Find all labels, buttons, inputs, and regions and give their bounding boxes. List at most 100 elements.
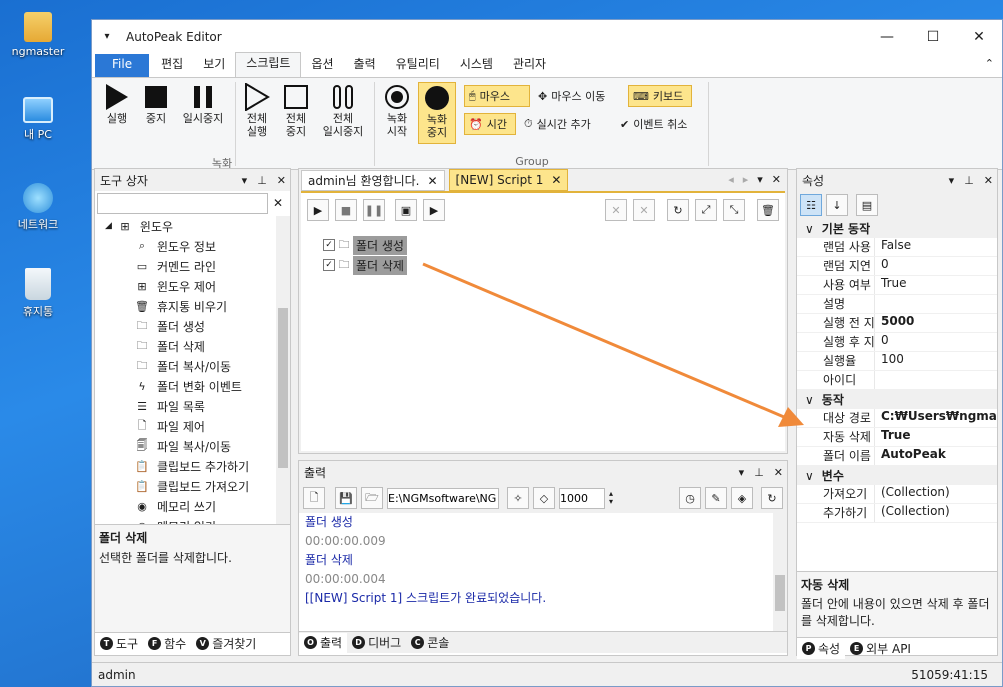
play-icon[interactable]: ▶ bbox=[307, 199, 329, 221]
new-file-icon[interactable]: 🗋 bbox=[303, 487, 325, 509]
collapse-arrow-icon[interactable]: ◢ bbox=[105, 221, 112, 231]
scroll-left-icon[interactable]: ◂ bbox=[728, 173, 734, 186]
property-row[interactable]: 사용 여부 True bbox=[797, 276, 997, 295]
scrollbar-thumb[interactable] bbox=[278, 308, 288, 468]
record-stop-button[interactable]: 녹화 중지 bbox=[418, 82, 456, 144]
collapse-icon[interactable]: ∨ bbox=[805, 393, 814, 407]
property-pages-icon[interactable]: ▤ bbox=[856, 194, 878, 216]
tab-console[interactable]: C 콘솔 bbox=[406, 633, 454, 653]
dropdown-icon[interactable]: ▾ bbox=[242, 174, 248, 187]
desktop-icon-network[interactable]: 네트워크 bbox=[6, 183, 70, 232]
open-folder-icon[interactable]: 🗁 bbox=[361, 487, 383, 509]
property-row[interactable]: 가져오기 (Collection) bbox=[797, 485, 997, 504]
tree-root-windows[interactable]: ◢ ⊞ 윈도우 bbox=[95, 216, 290, 236]
property-row[interactable]: 실행 후 지0 bbox=[797, 333, 997, 352]
mouse-move-toggle[interactable]: ✥ 마우스 이동 bbox=[534, 85, 609, 107]
property-row[interactable]: 실행 전 지 5000 bbox=[797, 314, 997, 333]
mouse-toggle[interactable]: 🖱 마우스 bbox=[464, 85, 530, 107]
checkbox-icon[interactable]: ✓ bbox=[323, 259, 335, 271]
desktop-icon-mypc[interactable]: 내 PC bbox=[6, 97, 70, 142]
property-value[interactable]: 5000 bbox=[875, 314, 997, 332]
property-value[interactable] bbox=[875, 371, 997, 389]
refresh-icon[interactable]: ↻ bbox=[667, 199, 689, 221]
stop-all-button[interactable]: 전체 중지 bbox=[280, 82, 312, 138]
tab-list-icon[interactable]: ▾ bbox=[757, 173, 763, 186]
category-basic[interactable]: ∨ 기본 동작 bbox=[797, 219, 997, 238]
stop-icon[interactable]: ■ bbox=[335, 199, 357, 221]
toolbox-item[interactable]: ⊞ 윈도우 제어 bbox=[95, 276, 290, 296]
realtime-add-toggle[interactable]: ⏱ 실시간 추가 bbox=[520, 113, 595, 135]
pause-all-button[interactable]: 전체 일시중지 bbox=[317, 82, 369, 138]
pause-button[interactable]: 일시중지 bbox=[177, 82, 229, 125]
property-value[interactable]: 0 bbox=[875, 333, 997, 351]
disabled-close-icon[interactable]: ✕ bbox=[633, 199, 655, 221]
property-row[interactable]: 추가하기 (Collection) bbox=[797, 504, 997, 523]
menu-options[interactable]: 옵션 bbox=[301, 54, 343, 77]
pin-icon[interactable]: ⊥ bbox=[754, 466, 764, 479]
dropdown-icon[interactable]: ▾ bbox=[739, 466, 745, 479]
delete-icon[interactable]: 🗑 bbox=[757, 199, 779, 221]
close-button[interactable]: ✕ bbox=[956, 20, 1002, 53]
minimize-button[interactable]: — bbox=[864, 20, 910, 53]
fill-icon[interactable]: ◈ bbox=[731, 487, 753, 509]
toolbox-item[interactable]: 📋 클립보드 추가하기 bbox=[95, 456, 290, 476]
output-path-input[interactable] bbox=[387, 487, 499, 509]
run-all-button[interactable]: 전체 실행 bbox=[240, 82, 274, 138]
property-row[interactable]: 랜덤 사용 False bbox=[797, 238, 997, 257]
toolbox-item[interactable]: 🗋 파일 제어 bbox=[95, 416, 290, 436]
close-icon[interactable]: ✕ bbox=[774, 466, 783, 479]
tab-output[interactable]: O 출력 bbox=[299, 632, 348, 653]
property-value[interactable]: (Collection) bbox=[875, 485, 997, 503]
toolbox-search-input[interactable] bbox=[97, 193, 268, 214]
scrollbar-thumb[interactable] bbox=[775, 575, 785, 611]
script-node[interactable]: ✓ 🗀 폴더 삭제 bbox=[323, 255, 407, 275]
toolbox-item[interactable]: 📋 클립보드 가져오기 bbox=[95, 476, 290, 496]
record-start-button[interactable]: 녹화 시작 bbox=[380, 82, 414, 138]
close-icon[interactable]: ✕ bbox=[277, 174, 286, 187]
system-menu-icon[interactable]: ▾ bbox=[96, 31, 118, 42]
property-value[interactable] bbox=[875, 295, 997, 313]
ribbon-collapse-icon[interactable]: ⌃ bbox=[985, 57, 994, 70]
toolbox-item[interactable]: ☰ 파일 목록 bbox=[95, 396, 290, 416]
collapse-icon[interactable]: ∨ bbox=[805, 469, 814, 483]
close-icon[interactable]: ✕ bbox=[551, 173, 561, 187]
brush-icon[interactable]: ✎ bbox=[705, 487, 727, 509]
clock-icon[interactable]: ◷ bbox=[679, 487, 701, 509]
sort-alpha-icon[interactable]: ↓ bbox=[826, 194, 848, 216]
save-icon[interactable]: 💾 bbox=[335, 487, 357, 509]
toolbox-item[interactable]: 🗀 폴더 생성 bbox=[95, 316, 290, 336]
toolbox-scrollbar[interactable] bbox=[276, 216, 290, 524]
toolbox-item[interactable]: ϟ 폴더 변화 이벤트 bbox=[95, 376, 290, 396]
disabled-close-icon[interactable]: ✕ bbox=[605, 199, 627, 221]
desktop-icon-recycle-bin[interactable]: 휴지통 bbox=[6, 268, 70, 319]
tab-debug[interactable]: D 디버그 bbox=[347, 633, 406, 653]
toolbox-item[interactable]: 🗀 폴더 복사/이동 bbox=[95, 356, 290, 376]
script-node[interactable]: ✓ 🗀 폴더 생성 bbox=[323, 235, 407, 255]
tab-favorites[interactable]: V 즐겨찾기 bbox=[191, 634, 261, 654]
clear-search-icon[interactable]: ✕ bbox=[268, 193, 288, 214]
toolbox-item[interactable]: 🗑 휴지통 비우기 bbox=[95, 296, 290, 316]
property-row[interactable]: 자동 삭제 True bbox=[797, 428, 997, 447]
pin-icon[interactable]: ⊥ bbox=[257, 174, 267, 187]
run-button[interactable]: 실행 bbox=[100, 82, 134, 125]
stop-button[interactable]: 중지 bbox=[140, 82, 172, 125]
checkbox-icon[interactable]: ✓ bbox=[323, 239, 335, 251]
menu-output[interactable]: 출력 bbox=[344, 54, 386, 77]
property-row[interactable]: 폴더 이름 AutoPeak bbox=[797, 447, 997, 466]
property-value[interactable]: AutoPeak bbox=[875, 447, 997, 465]
category-vars[interactable]: ∨ 변수 bbox=[797, 466, 997, 485]
collapse-icon[interactable]: ∨ bbox=[805, 222, 814, 236]
property-row[interactable]: 아이디 bbox=[797, 371, 997, 390]
property-row[interactable]: 대상 경로C:₩Users₩ngmaster bbox=[797, 409, 997, 428]
output-scrollbar[interactable] bbox=[773, 513, 787, 631]
time-toggle[interactable]: ⏰ 시간 bbox=[464, 113, 516, 135]
clean-icon[interactable]: ✧ bbox=[507, 487, 529, 509]
property-row[interactable]: 랜덤 지연 0 bbox=[797, 257, 997, 276]
eraser-icon[interactable]: ◇ bbox=[533, 487, 555, 509]
menu-script[interactable]: 스크립트 bbox=[235, 52, 302, 77]
property-value[interactable]: False bbox=[875, 238, 997, 256]
toolbox-item[interactable]: ▭ 커멘드 라인 bbox=[95, 256, 290, 276]
tab-properties[interactable]: P 속성 bbox=[797, 638, 846, 659]
property-value[interactable]: 100 bbox=[875, 352, 997, 370]
pause-icon[interactable]: ❚❚ bbox=[363, 199, 385, 221]
